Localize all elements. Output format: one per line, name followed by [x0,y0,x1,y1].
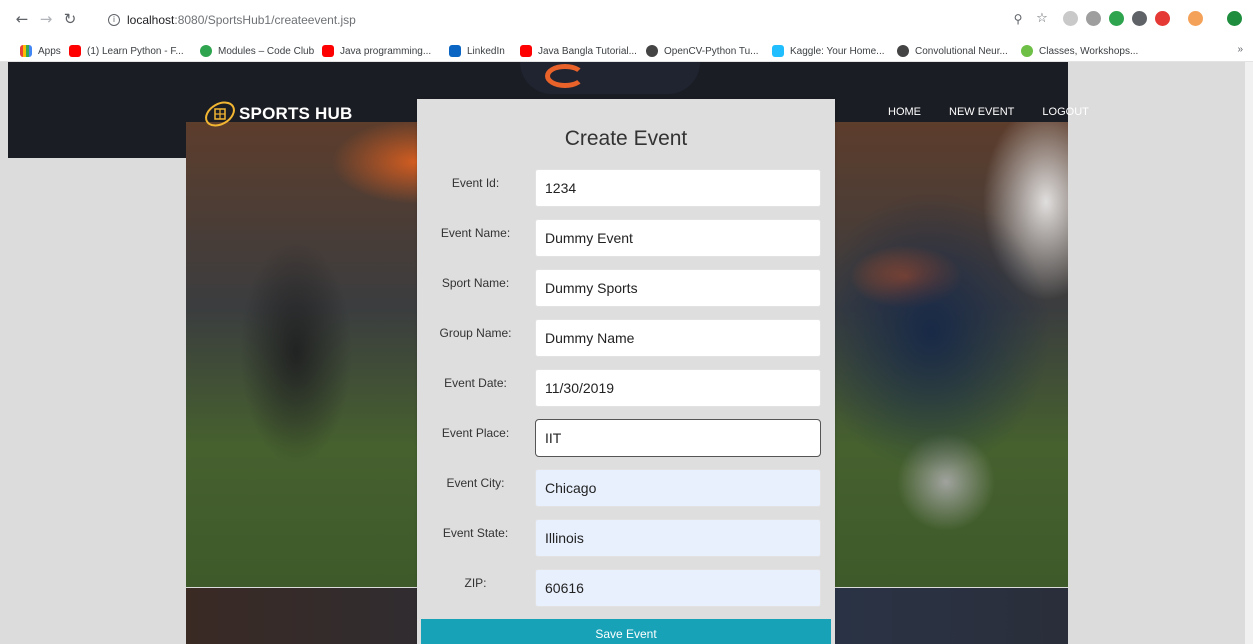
bookmark-item[interactable]: (1) Learn Python - F... [69,43,184,59]
bookmark-label: Java Bangla Tutorial... [538,45,637,57]
address-bar[interactable]: i localhost:8080/SportsHub1/createevent.… [108,10,988,30]
reload-icon[interactable]: ↻ [62,11,78,27]
forward-icon[interactable]: → [38,11,54,27]
field-label: ZIP: [464,576,487,590]
browser-toolbar: ← → ↻ i localhost:8080/SportsHub1/create… [0,0,1253,40]
bookmark-label: Classes, Workshops... [1039,45,1139,57]
form-title: Create Event [564,127,688,150]
field-label: Group Name: [439,326,512,340]
codeclub-icon [200,45,212,57]
youtube-icon [520,45,532,57]
save-event-button[interactable]: Save Event [421,619,831,644]
event-name-input[interactable] [535,219,821,257]
field-label: Event Place: [441,426,510,440]
bookmark-label: Java programming... [340,45,432,57]
sport-name-input[interactable] [535,269,821,307]
youtube-icon [322,45,334,57]
field-label: Event Name: [440,226,511,240]
zip-input[interactable] [535,569,821,607]
more-bookmarks-icon[interactable]: » [1237,44,1243,55]
bookmark-label: OpenCV-Python Tu... [664,45,759,57]
form-row-event-place: Event Place: [417,419,835,457]
url-path: :8080/SportsHub1/createevent.jsp [174,13,356,27]
create-event-form: Create Event Event Id: Event Name: Sport… [417,99,835,644]
group-name-input[interactable] [535,319,821,357]
form-row-event-state: Event State: [417,519,835,557]
field-label: Sport Name: [441,276,510,290]
extension-icon[interactable] [1132,11,1147,26]
bookmark-apps[interactable]: Apps [20,43,61,59]
extension-icon[interactable] [1188,11,1203,26]
nav-logout[interactable]: LOGOUT [1042,106,1088,118]
field-label: Event State: [442,526,509,540]
globe-icon [646,45,658,57]
field-label: Event Id: [451,176,500,190]
youtube-icon [69,45,81,57]
extension-icon[interactable] [1155,11,1170,26]
bookmark-label: Modules – Code Club [218,45,315,57]
star-icon[interactable]: ☆ [1034,11,1050,27]
form-row-event-date: Event Date: [417,369,835,407]
bookmark-item[interactable]: Classes, Workshops... [1021,43,1138,59]
site-logo[interactable]: SPORTS HUB [203,97,352,131]
scrollbar[interactable] [1245,62,1253,644]
profile-icon[interactable] [1227,11,1242,26]
event-place-input[interactable] [535,419,821,457]
globe-icon [897,45,909,57]
bookmark-label: Kaggle: Your Home... [790,45,885,57]
form-row-event-city: Event City: [417,469,835,507]
nav-home[interactable]: HOME [888,106,921,118]
linkedin-icon [449,45,461,57]
bookmark-item[interactable]: OpenCV-Python Tu... [646,43,759,59]
form-row-group-name: Group Name: [417,319,835,357]
extension-icon[interactable] [1109,11,1124,26]
event-city-input[interactable] [535,469,821,507]
url-host: localhost [127,13,175,27]
extension-icon[interactable] [1063,11,1078,26]
bookmark-label: (1) Learn Python - F... [87,45,184,57]
form-row-event-name: Event Name: [417,219,835,257]
helmet-logo [545,64,585,88]
field-label: Event City: [446,476,505,490]
info-icon[interactable]: i [108,14,120,26]
bookmark-item[interactable]: Convolutional Neur... [897,43,1008,59]
bookmark-item[interactable]: Java Bangla Tutorial... [520,43,637,59]
bookmark-label: Apps [38,45,61,57]
classes-icon [1021,45,1033,57]
brand-name: SPORTS HUB [239,104,353,123]
extension-icon[interactable] [1086,11,1101,26]
event-id-input[interactable] [535,169,821,207]
football-icon [205,101,235,127]
apps-icon [20,45,32,57]
event-state-input[interactable] [535,519,821,557]
nav-new-event[interactable]: NEW EVENT [949,106,1014,118]
event-date-input[interactable] [535,369,821,407]
form-row-event-id: Event Id: [417,169,835,207]
form-row-sport-name: Sport Name: [417,269,835,307]
page-content: SPORTS HUB HOME NEW EVENT LOGOUT Create … [0,62,1253,644]
bookmark-item[interactable]: Modules – Code Club [200,43,314,59]
bookmark-item[interactable]: Java programming... [322,43,431,59]
bookmarks-bar: Apps (1) Learn Python - F... Modules – C… [0,40,1253,62]
bookmark-label: LinkedIn [467,45,505,57]
top-navigation: HOME NEW EVENT LOGOUT [888,106,1089,118]
field-label: Event Date: [444,376,507,390]
bookmark-item[interactable]: LinkedIn [449,43,505,59]
bookmark-label: Convolutional Neur... [915,45,1008,57]
zoom-icon[interactable]: ⚲ [1010,11,1026,27]
back-icon[interactable]: ← [14,11,30,27]
kaggle-icon [772,45,784,57]
form-row-zip: ZIP: [417,569,835,607]
bookmark-item[interactable]: Kaggle: Your Home... [772,43,885,59]
